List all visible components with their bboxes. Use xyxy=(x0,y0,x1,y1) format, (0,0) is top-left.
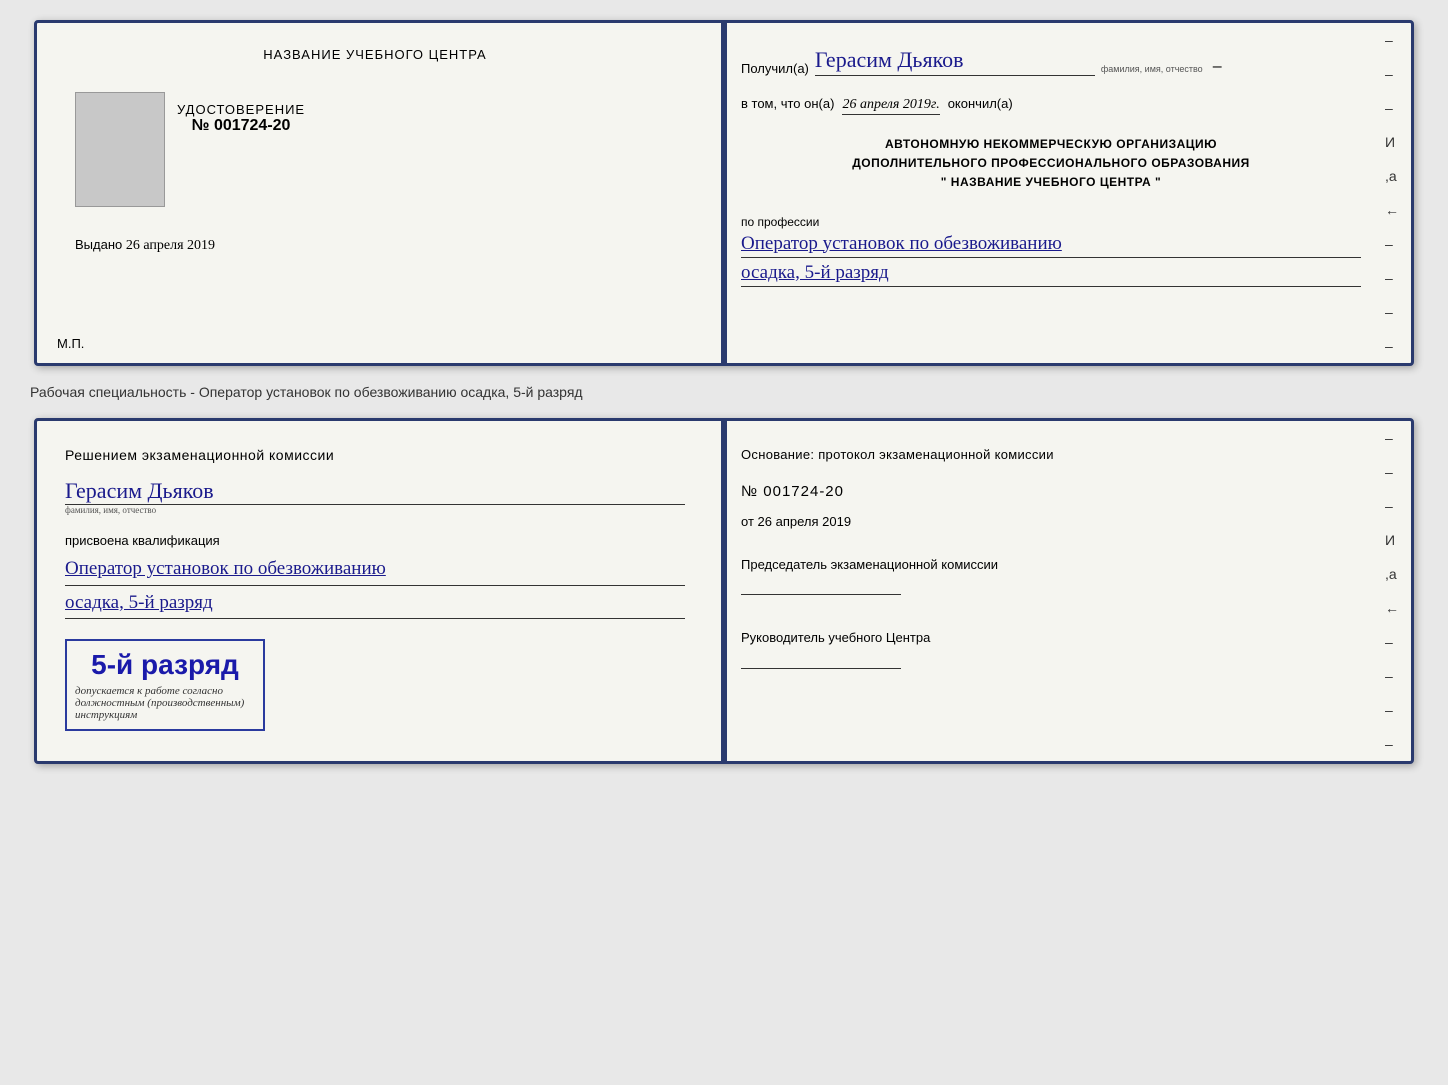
qual-line2: осадка, 5-й разряд xyxy=(65,590,685,620)
protocol-date: от 26 апреля 2019 xyxy=(741,514,1361,529)
date-intro: в том, что он(а) xyxy=(741,96,834,111)
stamp-rank: 5-й разряд xyxy=(91,649,239,681)
org-line1: АВТОНОМНУЮ НЕКОММЕРЧЕСКУЮ ОРГАНИЗАЦИЮ xyxy=(741,135,1361,154)
top-certificate-card: НАЗВАНИЕ УЧЕБНОГО ЦЕНТРА УДОСТОВЕРЕНИЕ №… xyxy=(34,20,1414,366)
org-block: АВТОНОМНУЮ НЕКОММЕРЧЕСКУЮ ОРГАНИЗАЦИЮ ДО… xyxy=(741,135,1361,193)
top-right-panel: Получил(а) Герасим Дьяков фамилия, имя, … xyxy=(713,23,1411,363)
profession-value-2: осадка, 5-й разряд xyxy=(741,262,1361,287)
org-line3: " НАЗВАНИЕ УЧЕБНОГО ЦЕНТРА " xyxy=(741,173,1361,192)
protocol-number: № 001724-20 xyxy=(741,483,1361,500)
director-title: Руководитель учебного Центра xyxy=(741,628,1361,649)
chairman-block: Председатель экзаменационной комиссии xyxy=(741,555,1361,603)
chairman-sig-line xyxy=(741,575,901,595)
protocol-title: Основание: протокол экзаменационной коми… xyxy=(741,445,1361,465)
recipient-name: Герасим Дьяков xyxy=(815,47,1095,76)
right-dashes: –––И,а←–––– xyxy=(1385,23,1399,363)
top-left-title: НАЗВАНИЕ УЧЕБНОГО ЦЕНТРА xyxy=(263,47,486,62)
stamp-box: 5-й разряд допускается к работе согласно… xyxy=(65,639,265,731)
received-label: Получил(а) xyxy=(741,61,809,76)
director-block: Руководитель учебного Центра xyxy=(741,628,1361,676)
director-sig-line xyxy=(741,649,901,669)
org-line2: ДОПОЛНИТЕЛЬНОГО ПРОФЕССИОНАЛЬНОГО ОБРАЗО… xyxy=(741,154,1361,173)
person-fio-sub: фамилия, имя, отчество xyxy=(65,505,685,515)
issued-line: Выдано 26 апреля 2019 xyxy=(75,237,215,254)
cert-number: № 001724-20 xyxy=(192,117,291,135)
qualification-value: Оператор установок по обезвоживанию осад… xyxy=(65,556,685,619)
profession-label: по профессии xyxy=(741,215,1361,229)
bottom-left-panel: Решением экзаменационной комиссии Гераси… xyxy=(37,421,713,761)
mp-label: М.П. xyxy=(57,336,84,351)
person-name: Герасим Дьяков xyxy=(65,478,685,505)
qual-line1: Оператор установок по обезвоживанию xyxy=(65,556,685,586)
stamp-permission: допускается к работе согласно должностны… xyxy=(75,685,255,721)
date-line: в том, что он(а) 26 апреля 2019г. окончи… xyxy=(741,96,1361,115)
profession-block: по профессии Оператор установок по обезв… xyxy=(741,215,1361,287)
protocol-date-value: 26 апреля 2019 xyxy=(758,514,852,529)
cert-label: УДОСТОВЕРЕНИЕ xyxy=(177,102,305,117)
finished-label: окончил(а) xyxy=(948,96,1013,111)
bottom-right-panel: Основание: протокол экзаменационной коми… xyxy=(713,421,1411,761)
chairman-title: Председатель экзаменационной комиссии xyxy=(741,555,1361,576)
profession-value-1: Оператор установок по обезвоживанию xyxy=(741,233,1361,258)
photo-placeholder xyxy=(75,92,165,207)
fio-sublabel: фамилия, имя, отчество xyxy=(1101,64,1203,74)
issued-date: 26 апреля 2019 xyxy=(126,238,215,253)
commission-title: Решением экзаменационной комиссии xyxy=(65,445,685,466)
middle-specialty-label: Рабочая специальность - Оператор установ… xyxy=(20,384,583,400)
right-dashes-bottom: –––И,а←–––– xyxy=(1385,421,1399,761)
qualification-label: присвоена квалификация xyxy=(65,533,685,548)
bottom-certificate-card: Решением экзаменационной комиссии Гераси… xyxy=(34,418,1414,764)
date-value: 26 апреля 2019г. xyxy=(842,97,939,115)
recipient-line: Получил(а) Герасим Дьяков фамилия, имя, … xyxy=(741,47,1361,76)
person-name-block: Герасим Дьяков фамилия, имя, отчество xyxy=(65,478,685,517)
protocol-date-label: от xyxy=(741,514,754,529)
issued-label: Выдано xyxy=(75,237,122,252)
top-left-panel: НАЗВАНИЕ УЧЕБНОГО ЦЕНТРА УДОСТОВЕРЕНИЕ №… xyxy=(37,23,713,363)
dash: – xyxy=(1213,58,1222,76)
